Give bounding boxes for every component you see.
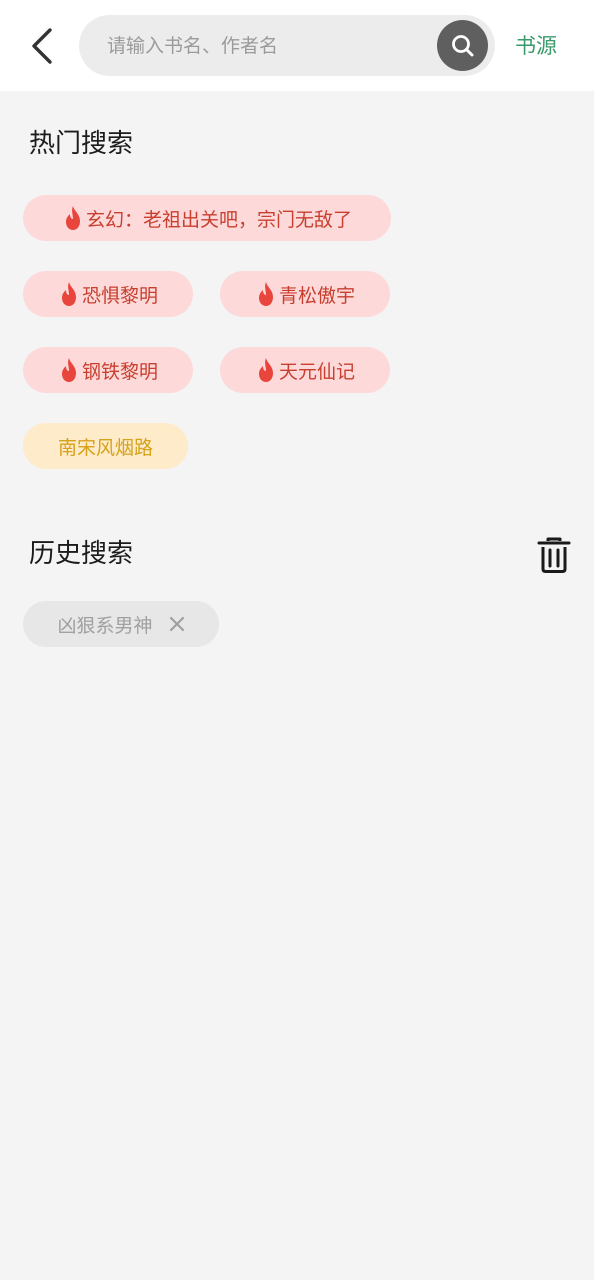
hot-search-chip[interactable]: 青松傲宇 (220, 271, 390, 317)
trash-icon (537, 537, 571, 573)
history-search-title: 历史搜索 (29, 539, 134, 569)
fire-icon (258, 282, 273, 306)
hot-search-chip[interactable]: 恐惧黎明 (23, 271, 193, 317)
close-icon (169, 616, 184, 632)
hot-search-label: 青松傲宇 (278, 284, 355, 307)
remove-history-button[interactable] (169, 616, 185, 632)
history-search-label: 凶狠系男神 (57, 614, 153, 637)
book-source-button[interactable]: 书源 (515, 28, 557, 64)
search-button[interactable] (437, 20, 488, 71)
clear-history-button[interactable] (536, 536, 572, 574)
fire-icon (65, 206, 80, 230)
fire-icon (61, 282, 76, 306)
hot-search-title: 热门搜索 (29, 129, 134, 159)
hot-search-label: 恐惧黎明 (81, 284, 158, 307)
hot-search-chip[interactable]: 天元仙记 (220, 347, 390, 393)
hot-search-chip[interactable]: 玄幻：老祖出关吧，宗门无敌了 (23, 195, 391, 241)
hot-search-label: 天元仙记 (278, 360, 355, 383)
hot-search-label: 南宋风烟路 (57, 436, 153, 459)
fire-icon (61, 358, 76, 382)
top-bar: 书源 (0, 0, 594, 91)
search-bar (79, 15, 495, 76)
history-search-chip[interactable]: 凶狠系男神 (23, 601, 219, 647)
fire-icon (258, 358, 273, 382)
hot-search-label: 玄幻：老祖出关吧，宗门无敌了 (85, 208, 352, 231)
hot-search-chip[interactable]: 南宋风烟路 (23, 423, 188, 469)
search-icon (451, 34, 473, 56)
back-arrow-icon (32, 28, 52, 64)
search-input[interactable] (107, 15, 427, 76)
hot-search-chip[interactable]: 钢铁黎明 (23, 347, 193, 393)
hot-search-label: 钢铁黎明 (81, 360, 158, 383)
back-button[interactable] (22, 24, 62, 68)
